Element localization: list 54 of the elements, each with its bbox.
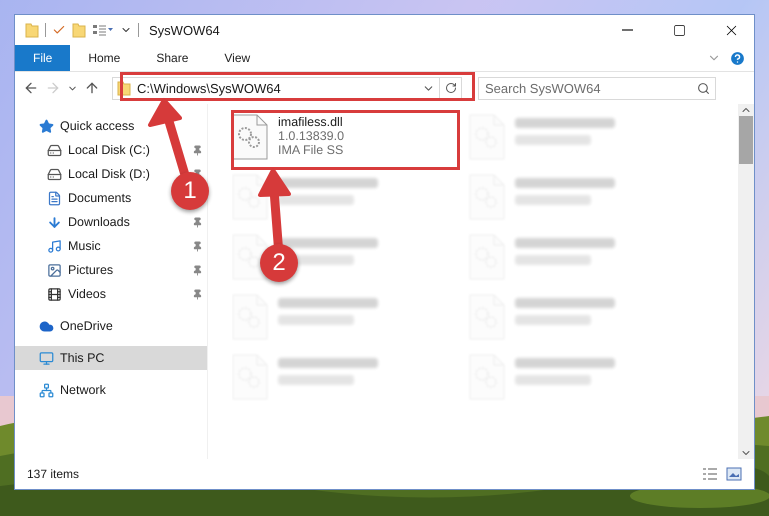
minimize-icon — [622, 29, 632, 31]
nav-item[interactable]: Music — [15, 234, 170, 258]
file-name[interactable]: imafiless.dll — [278, 115, 344, 129]
document-icon — [47, 190, 62, 206]
film-icon — [47, 286, 62, 302]
nav-item[interactable]: Quick access — [15, 114, 207, 138]
maximize-icon — [672, 24, 686, 36]
ribbon-tab[interactable]: View — [206, 45, 268, 71]
music-note-icon — [47, 238, 62, 254]
pin-icon[interactable] — [192, 144, 203, 156]
file-gear-icon — [232, 114, 268, 160]
refresh-icon — [444, 82, 456, 94]
search-icon[interactable] — [697, 82, 710, 94]
download-icon — [47, 214, 62, 230]
file-detail: 1.0.13839.0 — [278, 129, 344, 143]
details-view-icon[interactable] — [702, 467, 718, 481]
nav-item[interactable]: Downloads — [15, 210, 170, 234]
up-button[interactable] — [84, 80, 100, 96]
large-icons-view-icon[interactable] — [726, 467, 742, 481]
monitor-icon — [39, 350, 54, 366]
scrollbar-thumb[interactable] — [739, 116, 753, 164]
list-icon[interactable] — [92, 23, 114, 37]
pin-icon[interactable] — [192, 288, 203, 300]
search-field[interactable]: Search SysWOW64 — [478, 76, 716, 100]
help-icon[interactable] — [729, 50, 746, 66]
window-title: SysWOW64 — [149, 22, 221, 38]
ribbon-tab[interactable]: File — [15, 45, 70, 71]
drive-icon — [47, 142, 62, 158]
nav-item[interactable]: Local Disk (C:) — [15, 138, 170, 162]
scrollbar[interactable] — [738, 104, 754, 459]
cloud-icon — [39, 318, 54, 334]
folder-icon[interactable] — [25, 22, 39, 38]
picture-icon — [47, 262, 62, 278]
pin-icon[interactable] — [192, 264, 203, 276]
nav-item[interactable]: Documents — [15, 186, 170, 210]
nav-item[interactable]: Pictures — [15, 258, 170, 282]
pin-icon[interactable] — [192, 240, 203, 252]
file-detail: IMA File SS — [278, 143, 344, 157]
drive-icon — [47, 166, 62, 182]
back-button[interactable] — [23, 80, 39, 96]
star-icon — [39, 118, 54, 134]
nav-item[interactable]: Local Disk (D:) — [15, 162, 170, 186]
new-folder-icon[interactable] — [72, 22, 86, 38]
ribbon-tab[interactable]: Share — [138, 45, 206, 71]
network-icon — [39, 382, 54, 398]
file-gear-icon — [232, 174, 268, 220]
pin-icon[interactable] — [192, 216, 203, 228]
address-path: C:\Windows\SysWOW64 — [136, 80, 282, 96]
ribbon-tab[interactable]: Home — [70, 45, 138, 71]
item-count: 137 items — [27, 467, 80, 481]
nav-item[interactable]: Network — [15, 378, 207, 402]
nav-item[interactable]: This PC — [15, 346, 207, 370]
nav-item[interactable]: OneDrive — [15, 314, 207, 338]
nav-item[interactable]: Videos — [15, 282, 170, 306]
